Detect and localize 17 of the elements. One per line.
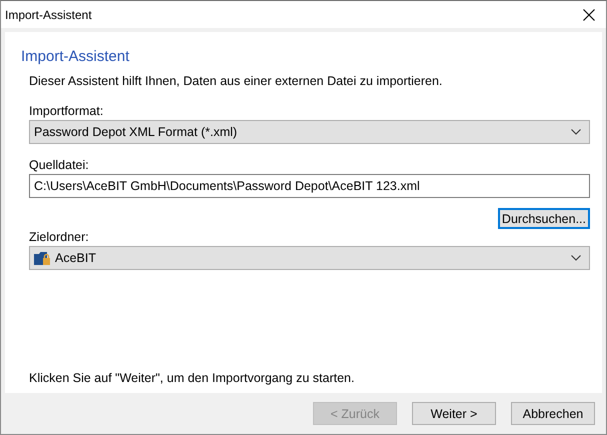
close-icon[interactable] [583,8,595,20]
chevron-down-icon [571,255,581,261]
window-title: Import-Assistent [5,8,92,22]
field-label: Importformat: [29,104,104,118]
folder-dropdown[interactable]: AceBIT [29,246,590,270]
source-file-field[interactable]: C:\Users\AceBIT GmbH\Documents\Password Depot\AceBIT 123.xml [29,174,590,198]
page-heading: Import-Assistent [21,48,130,65]
hint-text: Klicken Sie auf "Weiter", um den Importvorgang zu starten. [29,371,356,385]
format-dropdown[interactable]: Password Depot XML Format (*.xml) [29,120,590,144]
field-label: Quelldatei: [29,158,90,172]
wizard-button[interactable]: Weiter > [412,402,496,425]
wizard-button[interactable]: Abbrechen [511,402,595,425]
field-label: Zielordner: [29,230,90,244]
browse-button[interactable]: Durchsuchen... [498,208,590,229]
intro-text: Dieser Assistent hilft Ihnen, Daten aus einer externen Datei zu importieren. [29,74,444,88]
chevron-down-icon [571,129,581,135]
locked-folder-icon [34,250,51,266]
